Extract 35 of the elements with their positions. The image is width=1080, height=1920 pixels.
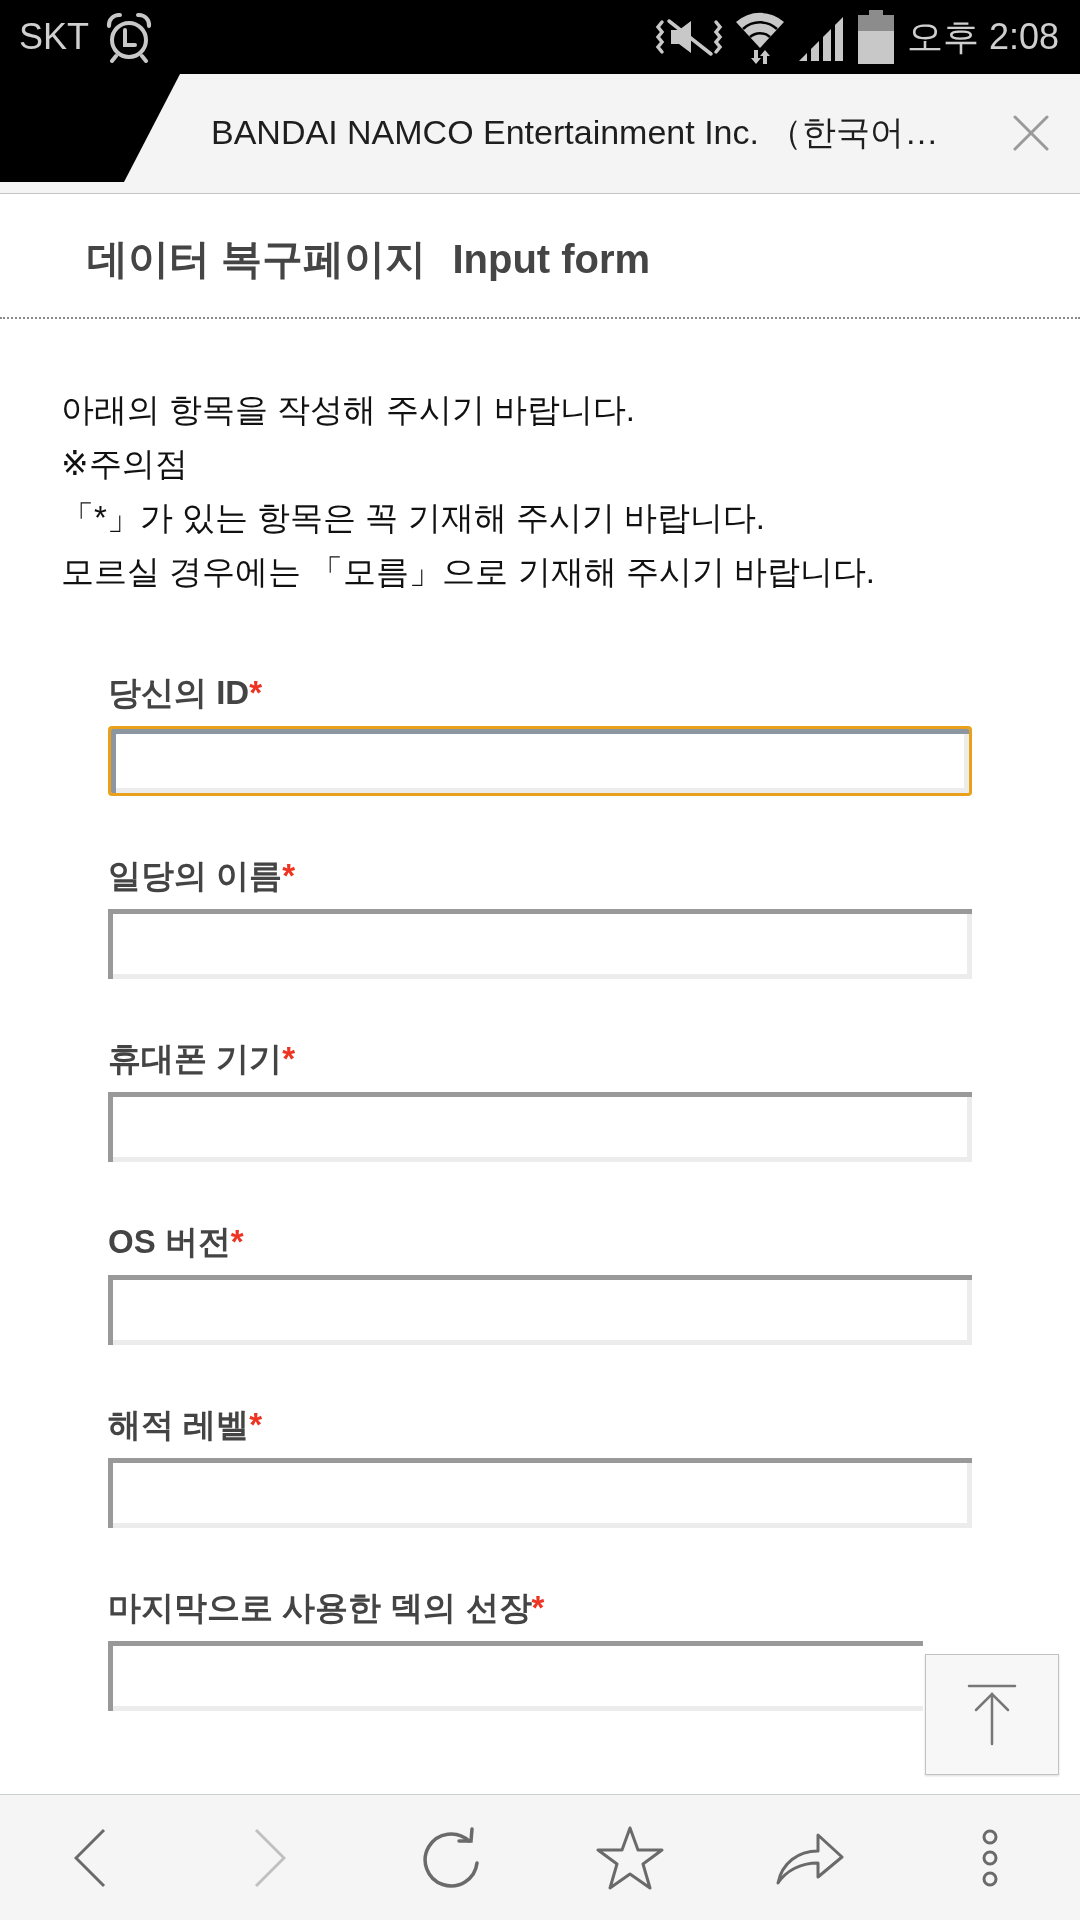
carrier-name: SKT bbox=[19, 15, 89, 59]
browser-tab[interactable]: BANDAI NAMCO Entertainment Inc. （한국어… bbox=[124, 74, 1080, 182]
text-field[interactable] bbox=[108, 726, 972, 796]
field-label: 당신의 ID* bbox=[108, 673, 262, 713]
field-label: 해적 레벨* bbox=[108, 1405, 262, 1445]
scroll-to-top-button[interactable] bbox=[925, 1654, 1059, 1775]
chevron-left-icon bbox=[74, 1827, 106, 1888]
chevron-right-icon bbox=[254, 1827, 286, 1888]
page-title: 데이터 복구페이지 bbox=[87, 235, 427, 284]
text-field[interactable] bbox=[108, 1275, 972, 1345]
field-label: 휴대폰 기기* bbox=[108, 1039, 295, 1079]
close-icon bbox=[1012, 114, 1050, 152]
intro-text: 모르실 경우에는 「모름」으로 기재해 주시기 바랍니다. bbox=[61, 552, 876, 592]
text-field[interactable] bbox=[108, 1641, 923, 1711]
page-subtitle: Input form bbox=[452, 236, 651, 283]
muted-speaker-icon bbox=[654, 17, 723, 57]
back-button[interactable] bbox=[74, 1827, 106, 1888]
text-field[interactable] bbox=[108, 1092, 972, 1162]
wifi-icon bbox=[734, 10, 785, 64]
field-label: 일당의 이름* bbox=[108, 856, 295, 896]
bookmark-button[interactable] bbox=[596, 1825, 664, 1890]
intro-text: 아래의 항목을 작성해 주시기 바랍니다. bbox=[61, 390, 636, 430]
alarm-clock-icon bbox=[105, 11, 153, 63]
star-icon bbox=[596, 1825, 664, 1890]
text-field[interactable] bbox=[108, 909, 972, 979]
close-tab-button[interactable] bbox=[1012, 114, 1050, 152]
field-label: OS 버전* bbox=[108, 1222, 244, 1262]
intro-text: 「*」가 있는 항목은 꼭 기재해 주시기 바랍니다. bbox=[61, 498, 767, 538]
more-options-button[interactable] bbox=[981, 1828, 999, 1887]
intro-text: ※주의점 bbox=[61, 444, 189, 484]
field-label: 마지막으로 사용한 덱의 선장* bbox=[108, 1588, 545, 1628]
more-vertical-icon bbox=[981, 1828, 999, 1887]
text-field[interactable] bbox=[108, 1458, 972, 1528]
battery-icon bbox=[856, 10, 895, 64]
clock-time: 오후 2:08 bbox=[906, 15, 1059, 59]
